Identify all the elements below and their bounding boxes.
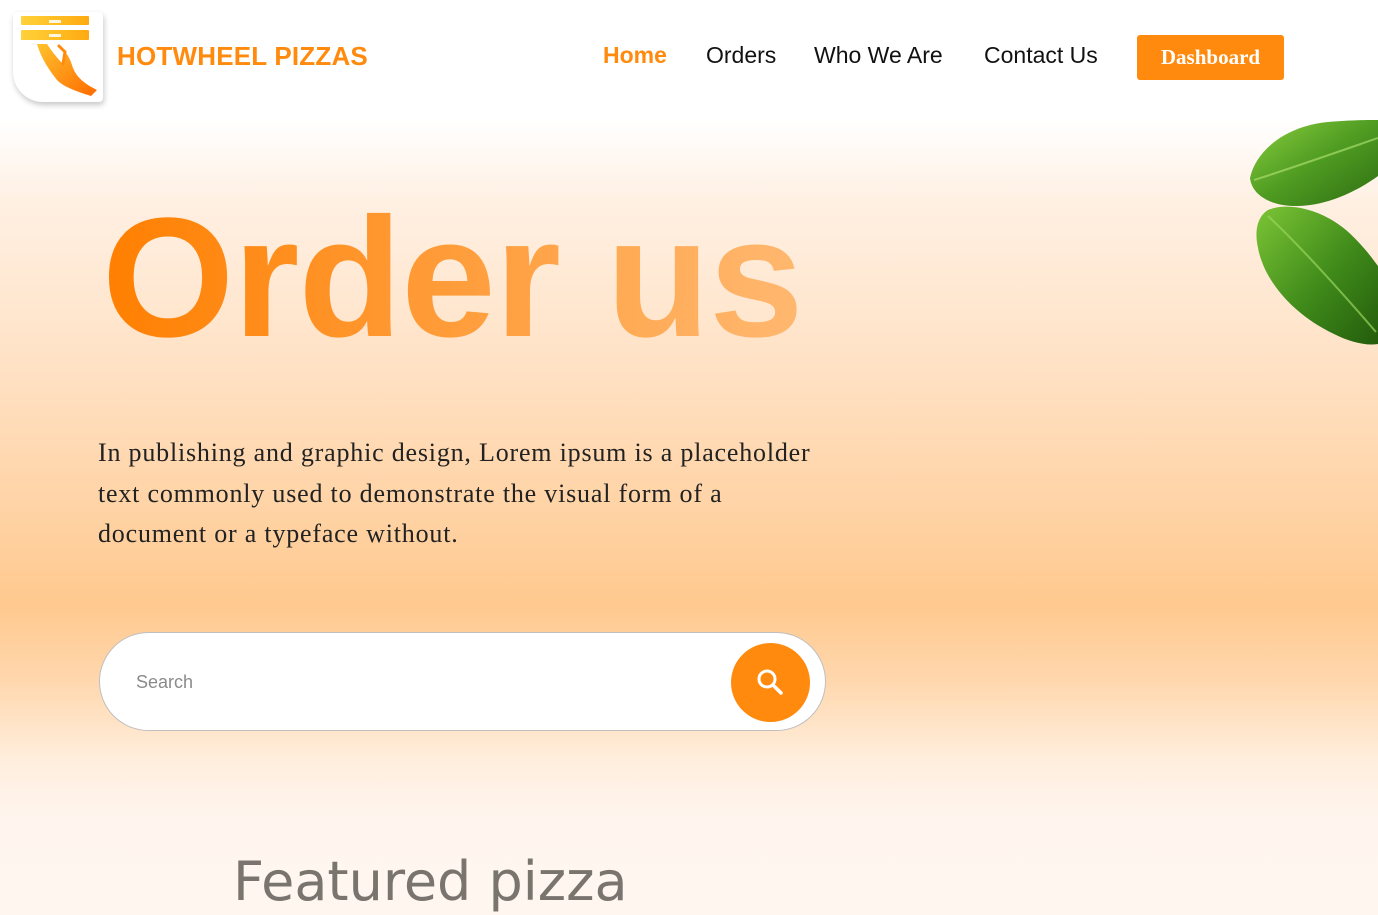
hero-title: Order us [102, 183, 804, 373]
search-icon [757, 669, 783, 695]
search-button[interactable] [731, 643, 810, 722]
search-bar [99, 632, 826, 731]
hero-description: In publishing and graphic design, Lorem … [98, 438, 811, 548]
brand-name[interactable]: HOTWHEEL PIZZAS [117, 41, 368, 72]
nav-link-home[interactable]: Home [603, 42, 667, 69]
nav-link-contact-us[interactable]: Contact Us [984, 42, 1098, 69]
brand-logo[interactable] [13, 12, 103, 102]
nav-link-orders[interactable]: Orders [706, 42, 776, 69]
site-header: HOTWHEEL PIZZAS Home Orders Who We Are C… [0, 0, 1378, 120]
nav-link-who-we-are[interactable]: Who We Are [814, 42, 943, 69]
search-input[interactable] [136, 663, 716, 701]
pizza-box-delivery-hand-icon [21, 16, 97, 96]
featured-pizza-heading: Featured pizza [233, 850, 628, 913]
basil-leaves-image [1250, 120, 1378, 345]
dashboard-button[interactable]: Dashboard [1137, 35, 1284, 80]
